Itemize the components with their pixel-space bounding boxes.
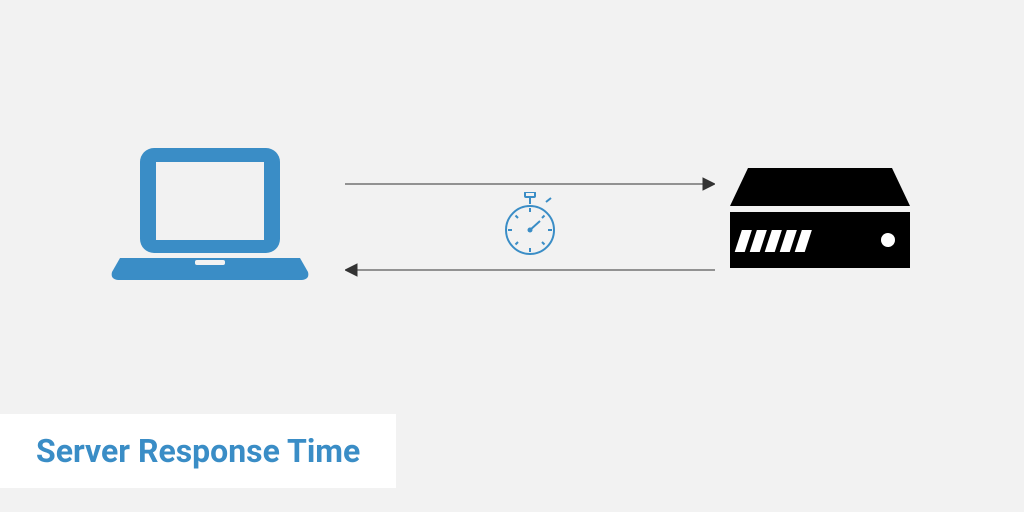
laptop-icon [110, 140, 310, 294]
title-box: Server Response Time [0, 414, 396, 488]
response-arrow-icon [345, 262, 715, 281]
diagram-title: Server Response Time [36, 432, 360, 470]
server-icon [730, 168, 910, 282]
server-response-time-diagram: Server Response Time [0, 0, 1024, 512]
stopwatch-icon [502, 192, 558, 260]
